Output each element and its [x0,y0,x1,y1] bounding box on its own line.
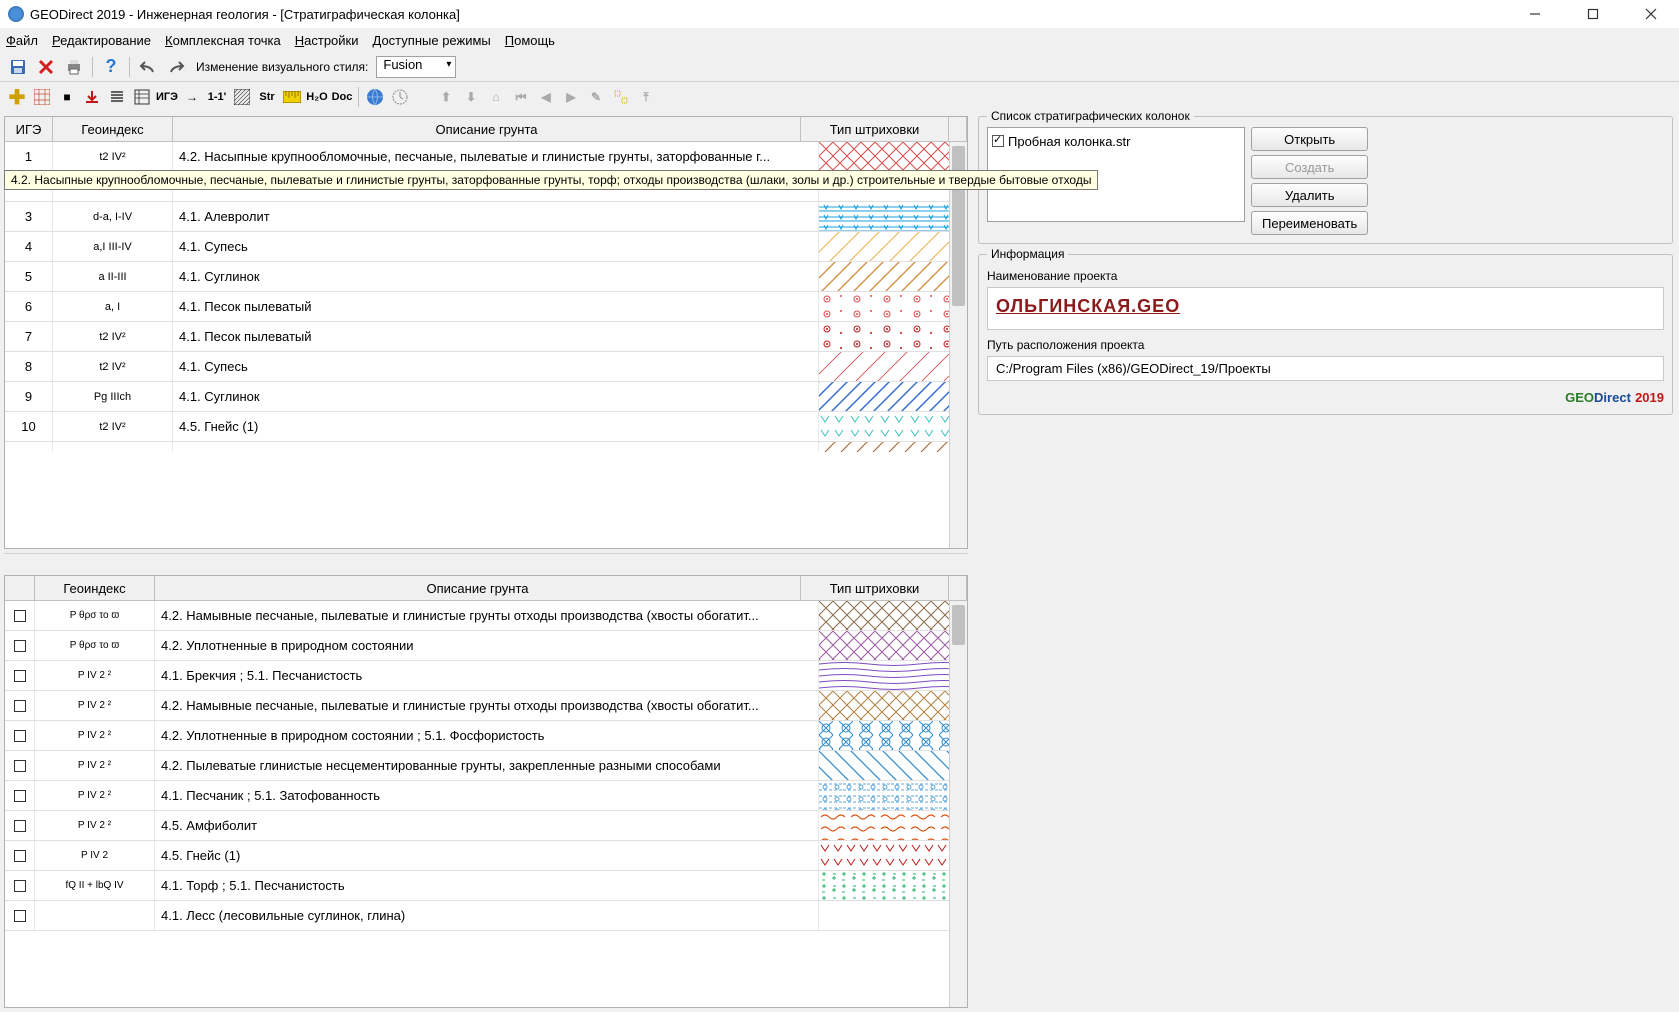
rename-button[interactable]: Переименовать [1251,211,1368,235]
upload-icon[interactable]: ⤒ [635,86,657,108]
header-ige[interactable]: ИГЭ [5,117,53,141]
path-value: C:/Program Files (x86)/GEODirect_19/Прое… [987,356,1664,381]
maximize-button[interactable] [1573,0,1613,28]
path-label: Путь расположения проекта [987,338,1664,352]
table-row[interactable]: P IV 2 ²4.1. Песчаник ; 5.1. Затофованно… [5,781,967,811]
table-row[interactable]: 8t2 IV²4.1. Супесь [5,352,967,382]
print-icon[interactable] [62,55,86,79]
menu-modes[interactable]: Доступные режимы [373,33,491,48]
table-row[interactable]: P IV 2 ²4.2. Уплотненные в природном сос… [5,721,967,751]
project-name: ОЛЬГИНСКАЯ.GEO [996,296,1655,317]
table-row[interactable]: P IV 2 ²4.2. Пылеватые глинистые несцеме… [5,751,967,781]
table-row[interactable]: fQ II + lbQ IV4.1. Торф ; 5.1. Песчанист… [5,871,967,901]
arrow-right-icon[interactable]: → [181,86,203,108]
tooltip: 4.2. Насыпные крупнообломочные, песчаные… [4,170,1098,190]
redo-icon[interactable] [164,55,188,79]
download-icon[interactable] [81,86,103,108]
style-label: Изменение визуального стиля: [196,60,368,74]
menu-file[interactable]: Файл [6,33,38,48]
window-title: GEODirect 2019 - Инженерная геология - [… [30,7,460,22]
header-hatch2[interactable]: Тип штриховки [801,576,949,600]
globe-icon[interactable] [364,86,386,108]
play-icon[interactable]: ▶ [560,86,582,108]
table-row[interactable]: 4a,I III-IV4.1. Супесь [5,232,967,262]
app-icon [8,6,24,22]
undo-icon[interactable] [136,55,160,79]
h2o-icon[interactable]: H₂O [306,86,328,108]
back-icon[interactable]: ◀ [535,86,557,108]
ruler-icon[interactable] [281,86,303,108]
prev-icon[interactable]: ⏮ [510,86,532,108]
minimize-button[interactable] [1515,0,1555,28]
table-row[interactable]: P IV 2 ²4.5. Амфиболит [5,811,967,841]
table-row[interactable]: P θρσ το ϖ4.2. Намывные песчаные, пылева… [5,601,967,631]
info-group: Информация Наименование проекта ОЛЬГИНСК… [978,254,1673,415]
toolbar-1: ? Изменение визуального стиля: Fusion [0,52,1679,82]
toolbar-2: ✚ ■ ИГЭ → 1-1' Str H₂O Doc ⬆ ⬇ ⌂ ⏮ ◀ ▶ ✎… [0,82,1679,112]
table-row[interactable]: P IV 24.5. Гнейс (1) [5,841,967,871]
menu-help[interactable]: Помощь [505,33,555,48]
home-icon[interactable]: ⌂ [485,86,507,108]
table-row[interactable]: 10t2 IV²4.5. Гнейс (1) [5,412,967,442]
create-button[interactable]: Создать [1251,155,1368,179]
delete-icon[interactable] [34,55,58,79]
add-icon[interactable]: ✚ [6,86,28,108]
scrollbar[interactable] [949,142,967,548]
titlebar: GEODirect 2019 - Инженерная геология - [… [0,0,1679,28]
soil-grid[interactable]: Геоиндекс Описание грунта Тип штриховки … [4,575,968,1008]
table-row[interactable]: P θρσ το ϖ4.2. Уплотненные в природном с… [5,631,967,661]
scrollbar[interactable] [949,601,967,1007]
table-row[interactable]: 4.1. Лесс (лесовильные суглинок, глина) [5,901,967,931]
table-icon[interactable] [131,86,153,108]
table-row[interactable]: P IV 2 ²4.1. Брекчия ; 5.1. Песчанистост… [5,661,967,691]
logo: GEODirect 2019 [987,389,1664,406]
edit-icon[interactable]: ✎ [585,86,607,108]
header-desc2[interactable]: Описание грунта [155,576,801,600]
delete-button[interactable]: Удалить [1251,183,1368,207]
style-select[interactable]: Fusion [376,56,456,78]
header-checkbox[interactable] [5,576,35,600]
save-icon[interactable] [6,55,30,79]
scrollbar-h[interactable] [4,553,968,571]
list-icon[interactable] [106,86,128,108]
clock-icon[interactable] [389,86,411,108]
header-hatch[interactable]: Тип штриховки [801,117,949,141]
square-icon[interactable]: ■ [56,86,78,108]
down-icon[interactable]: ⬇ [460,86,482,108]
header-geo2[interactable]: Геоиндекс [35,576,155,600]
grid-icon[interactable] [31,86,53,108]
header-geo[interactable]: Геоиндекс [53,117,173,141]
hatch-icon[interactable] [231,86,253,108]
table-row[interactable]: 5a II-III4.1. Суглинок [5,262,967,292]
menubar: Файл Редактирование Комплексная точка На… [0,28,1679,52]
columns-title: Список стратиграфических колонок [987,109,1194,123]
open-button[interactable]: Открыть [1251,127,1368,151]
str-icon[interactable]: Str [256,86,278,108]
up-icon[interactable]: ⬆ [435,86,457,108]
table-row[interactable]: P IV 2 ²4.2. Намывные песчаные, пылеваты… [5,691,967,721]
menu-complex[interactable]: Комплексная точка [165,33,281,48]
doc-icon[interactable]: Doc [331,86,353,108]
list-item[interactable]: Пробная колонка.str [992,132,1240,150]
close-button[interactable] [1631,0,1671,28]
menu-edit[interactable]: Редактирование [52,33,151,48]
table-row[interactable]: 1t2 IV²4.2. Насыпные крупнообломочные, п… [5,142,967,172]
table-row[interactable]: 7t2 IV²4.1. Песок пылеватый [5,322,967,352]
help-icon[interactable]: ? [99,55,123,79]
menu-settings[interactable]: Настройки [295,33,359,48]
project-label: Наименование проекта [987,269,1664,283]
table-row[interactable]: 4.1. Суглинок [5,442,967,452]
checkbox-icon[interactable] [992,135,1004,147]
info-title: Информация [987,247,1068,261]
header-desc[interactable]: Описание грунта [173,117,801,141]
table-row[interactable]: 9Pg IIIch4.1. Суглинок [5,382,967,412]
table-row[interactable]: 3d-a, I-IV4.1. Алевролит [5,202,967,232]
scale-icon[interactable]: 1-1' [206,86,228,108]
select-icon[interactable] [610,86,632,108]
ige-icon[interactable]: ИГЭ [156,86,178,108]
table-row[interactable]: 6a, I4.1. Песок пылеватый [5,292,967,322]
